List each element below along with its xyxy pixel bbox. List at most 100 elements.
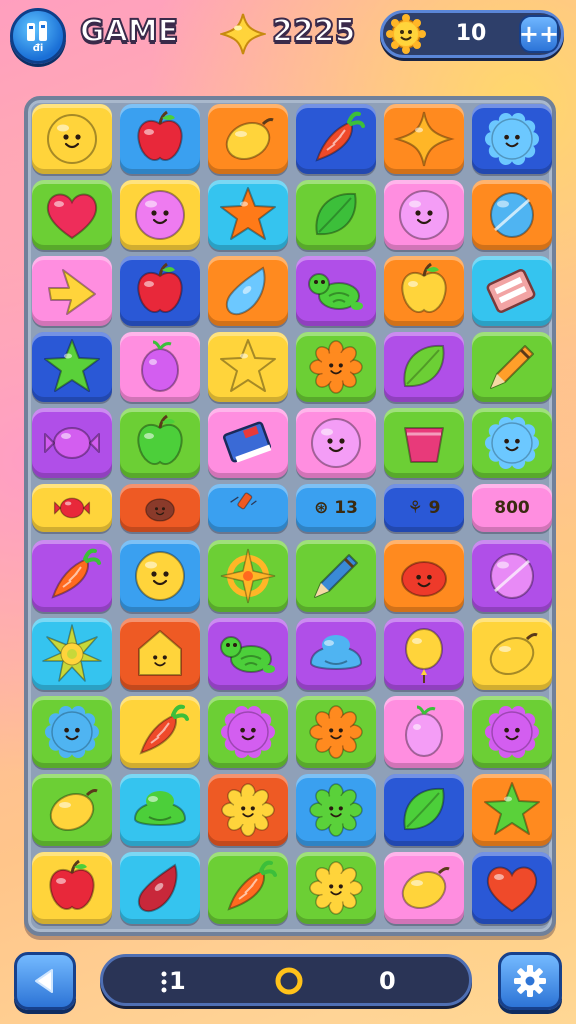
board-tile[interactable] bbox=[296, 540, 376, 612]
yellow-balloon-icon bbox=[405, 628, 443, 683]
board-tile[interactable]: 800 bbox=[472, 484, 552, 532]
carrot-icon bbox=[51, 548, 101, 599]
board-tile[interactable] bbox=[208, 332, 288, 402]
board-tile[interactable] bbox=[472, 540, 552, 612]
board-tile[interactable] bbox=[32, 774, 112, 846]
board-tile[interactable] bbox=[296, 104, 376, 174]
board-tile[interactable]: ⚘ 9 bbox=[384, 484, 464, 532]
status-bar: 1 0 bbox=[100, 954, 472, 1006]
brown-blob-icon bbox=[145, 498, 175, 522]
board-tile[interactable] bbox=[472, 408, 552, 478]
board-tile[interactable] bbox=[208, 618, 288, 690]
board-tile[interactable] bbox=[120, 256, 200, 326]
board-tile[interactable] bbox=[208, 180, 288, 250]
board-tile[interactable] bbox=[32, 180, 112, 250]
board-tile[interactable] bbox=[120, 774, 200, 846]
board-tile[interactable] bbox=[208, 408, 288, 478]
blue-candy-icon bbox=[490, 192, 534, 238]
board-tile[interactable] bbox=[296, 774, 376, 846]
strawberry-icon bbox=[139, 704, 189, 755]
board-tile[interactable] bbox=[472, 774, 552, 846]
board-tile[interactable] bbox=[32, 408, 112, 478]
board-tile[interactable] bbox=[472, 332, 552, 402]
board-tile[interactable] bbox=[384, 696, 464, 768]
board-tile[interactable] bbox=[32, 104, 112, 174]
blue-spiky-blob-icon bbox=[45, 705, 99, 759]
board-tile[interactable] bbox=[120, 104, 200, 174]
board-tile[interactable] bbox=[120, 332, 200, 402]
purple-berry-icon bbox=[141, 340, 179, 392]
blue-jelly-icon bbox=[309, 635, 363, 670]
board-tile[interactable] bbox=[472, 618, 552, 690]
smiley-face-icon bbox=[47, 114, 97, 164]
tile-label: ⚘ 9 bbox=[407, 498, 441, 518]
board-tile[interactable] bbox=[384, 256, 464, 326]
board-tile[interactable] bbox=[120, 540, 200, 612]
board-tile[interactable] bbox=[472, 104, 552, 174]
board-tile[interactable] bbox=[32, 256, 112, 326]
sun-icon bbox=[42, 624, 102, 682]
board-tile[interactable] bbox=[384, 618, 464, 690]
add-energy-button[interactable]: ++ bbox=[519, 15, 559, 53]
board-tile[interactable] bbox=[296, 256, 376, 326]
board-tile[interactable] bbox=[296, 180, 376, 250]
board-tile[interactable] bbox=[296, 696, 376, 768]
pink-smiley-icon bbox=[311, 418, 361, 468]
board-tile[interactable] bbox=[208, 484, 288, 532]
board-tile[interactable] bbox=[296, 618, 376, 690]
board-tile[interactable] bbox=[384, 180, 464, 250]
board-tile[interactable] bbox=[472, 256, 552, 326]
board-tile[interactable] bbox=[120, 852, 200, 924]
board-tile[interactable] bbox=[32, 696, 112, 768]
star-currency-icon bbox=[220, 13, 266, 55]
board-tile[interactable] bbox=[208, 256, 288, 326]
board-tile[interactable] bbox=[208, 852, 288, 924]
board-tile[interactable]: ⊛ 13 bbox=[296, 484, 376, 532]
top-bar: đi GAME 2225 10 ++ bbox=[0, 0, 576, 70]
board-tile[interactable] bbox=[120, 180, 200, 250]
board-tile[interactable] bbox=[120, 618, 200, 690]
points-counter: 0 bbox=[379, 967, 396, 995]
orange-flower-icon bbox=[309, 705, 363, 759]
lemon-icon bbox=[225, 118, 274, 160]
board-tile[interactable] bbox=[32, 332, 112, 402]
game-logo-button[interactable]: đi bbox=[10, 8, 66, 64]
board-tile[interactable] bbox=[208, 104, 288, 174]
board-tile[interactable] bbox=[120, 408, 200, 478]
yellow-smiley-icon bbox=[135, 551, 185, 601]
board-tile[interactable] bbox=[384, 104, 464, 174]
green-star-icon bbox=[484, 782, 540, 835]
board-tile[interactable] bbox=[384, 332, 464, 402]
yellow-flower-icon bbox=[221, 783, 275, 837]
settings-button[interactable] bbox=[498, 952, 562, 1010]
red-apple-icon bbox=[137, 110, 183, 161]
board-tile[interactable] bbox=[472, 852, 552, 924]
board-tile[interactable] bbox=[296, 852, 376, 924]
board-tile[interactable] bbox=[32, 852, 112, 924]
yellow-house-icon bbox=[138, 630, 182, 676]
board-tile[interactable] bbox=[472, 696, 552, 768]
board-tile[interactable] bbox=[32, 618, 112, 690]
board-tile[interactable] bbox=[208, 696, 288, 768]
building-icon: đi bbox=[27, 21, 47, 53]
blue-spiky-blob-icon bbox=[485, 416, 539, 470]
yellow-flower-icon bbox=[309, 861, 363, 915]
board-tile[interactable] bbox=[296, 332, 376, 402]
board-tile[interactable] bbox=[384, 852, 464, 924]
orange-heart-icon bbox=[486, 866, 538, 913]
board-tile[interactable] bbox=[384, 540, 464, 612]
red-blob-icon bbox=[401, 561, 447, 597]
board-tile[interactable] bbox=[208, 774, 288, 846]
red-candy-icon bbox=[53, 497, 91, 519]
back-button[interactable] bbox=[14, 952, 76, 1010]
card-box-icon bbox=[486, 269, 536, 313]
board-tile[interactable] bbox=[296, 408, 376, 478]
board-tile[interactable] bbox=[120, 484, 200, 532]
board-tile[interactable] bbox=[472, 180, 552, 250]
board-tile[interactable] bbox=[32, 540, 112, 612]
board-tile[interactable] bbox=[120, 696, 200, 768]
board-tile[interactable] bbox=[208, 540, 288, 612]
board-tile[interactable] bbox=[384, 774, 464, 846]
board-tile[interactable] bbox=[32, 484, 112, 532]
board-tile[interactable] bbox=[384, 408, 464, 478]
